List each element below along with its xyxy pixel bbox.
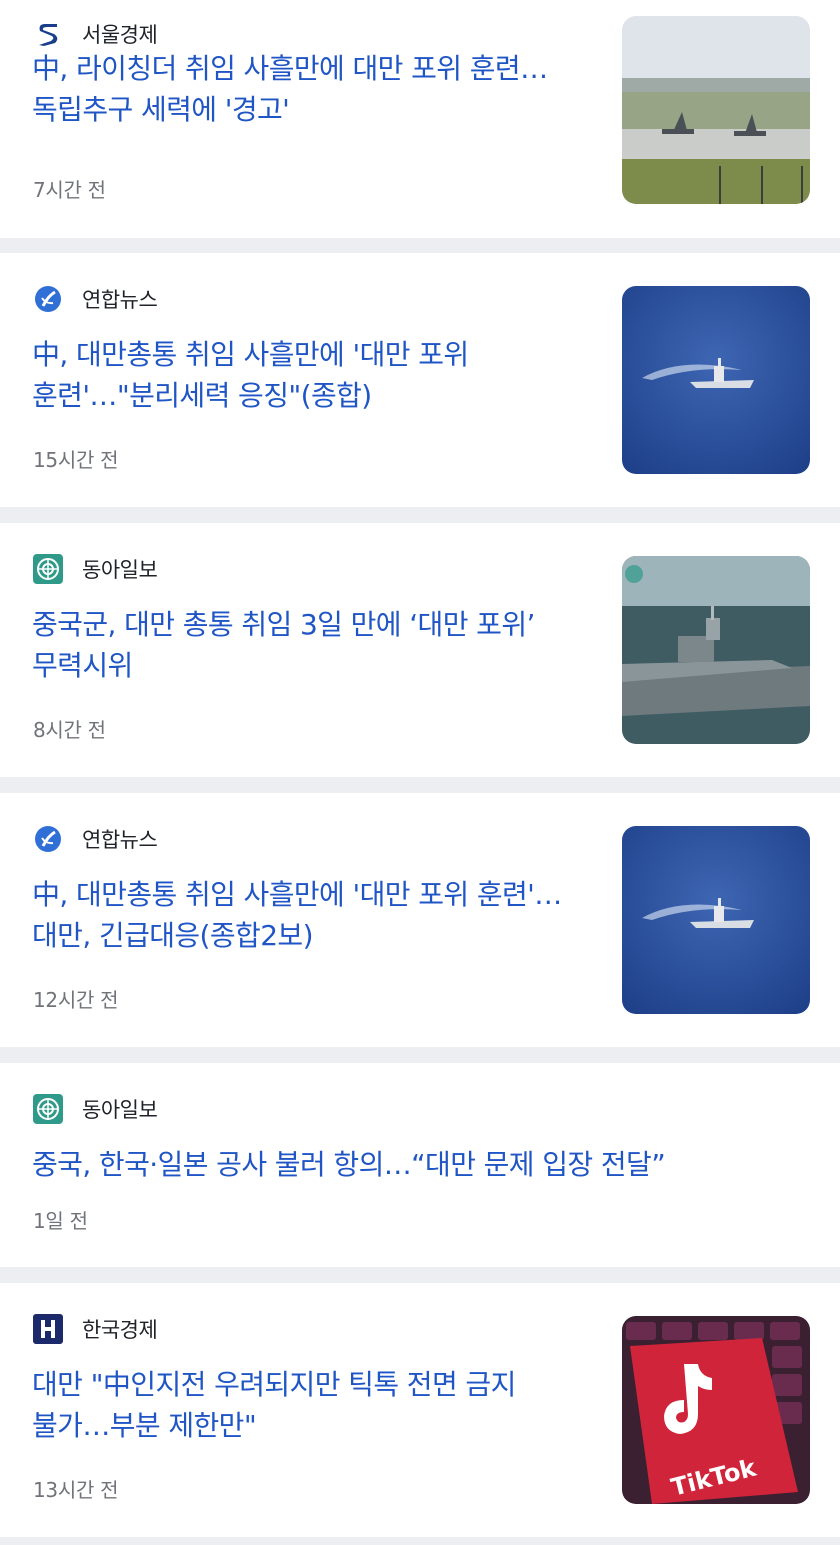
news-card[interactable]: 동아일보 중국군, 대만 총통 취임 3일 만에 ‘대만 포위’ 무력시위 8시… [0,523,840,777]
source-name: 서울경제 [82,23,158,47]
article-time: 15시간 전 [33,448,119,472]
article-time: 8시간 전 [33,718,106,742]
news-source: 한국경제 [33,1314,158,1344]
news-card[interactable]: 서울경제 中, 라이칭더 취임 사흘만에 대만 포위 훈련…독립추구 세력에 '… [0,0,840,238]
news-card[interactable]: 연합뉴스 中, 대만총통 취임 사흘만에 '대만 포위 훈련'…대만, 긴급대응… [0,793,840,1047]
article-headline[interactable]: 대만 "中인지전 우려되지만 틱톡 전면 금지 불가…부분 제한만" [32,1364,580,1446]
article-headline[interactable]: 중국군, 대만 총통 취임 3일 만에 ‘대만 포위’ 무력시위 [32,604,580,686]
source-name: 연합뉴스 [82,288,158,312]
news-source: 서울경제 [33,19,158,49]
article-time: 7시간 전 [33,178,106,202]
article-thumbnail[interactable] [622,826,810,1014]
news-source: 연합뉴스 [33,824,158,854]
source-name: 연합뉴스 [82,828,158,852]
article-thumbnail[interactable]: TikTok [622,1316,810,1504]
news-source: 동아일보 [33,554,158,584]
article-time: 12시간 전 [33,988,119,1012]
article-thumbnail[interactable] [622,556,810,744]
news-source: 동아일보 [33,1094,158,1124]
news-source: 연합뉴스 [33,284,158,314]
news-card[interactable]: 한국경제 대만 "中인지전 우려되지만 틱톡 전면 금지 불가…부분 제한만" … [0,1283,840,1537]
article-thumbnail[interactable] [622,16,810,204]
article-headline[interactable]: 中, 대만총통 취임 사흘만에 '대만 포위 훈련'…대만, 긴급대응(종합2보… [32,874,580,956]
article-time: 1일 전 [33,1209,88,1233]
donga-logo-icon [33,1094,63,1124]
news-card[interactable]: 연합뉴스 中, 대만총통 취임 사흘만에 '대만 포위 훈련'…"분리세력 응징… [0,253,840,507]
article-headline[interactable]: 中, 대만총통 취임 사흘만에 '대만 포위 훈련'…"분리세력 응징"(종합) [32,334,580,416]
article-headline[interactable]: 中, 라이칭더 취임 사흘만에 대만 포위 훈련…독립추구 세력에 '경고' [32,48,580,130]
yonhap-logo-icon [33,284,63,314]
source-name: 동아일보 [82,558,158,582]
seoul-economy-logo-icon [33,19,63,49]
yonhap-logo-icon [33,824,63,854]
news-card[interactable]: 동아일보 중국, 한국·일본 공사 불러 항의…“대만 문제 입장 전달” 1일… [0,1063,840,1267]
source-name: 한국경제 [82,1318,158,1342]
article-time: 13시간 전 [33,1478,119,1502]
article-headline[interactable]: 중국, 한국·일본 공사 불러 항의…“대만 문제 입장 전달” [32,1144,792,1185]
article-thumbnail[interactable] [622,286,810,474]
donga-logo-icon [33,554,63,584]
source-name: 동아일보 [82,1098,158,1122]
hankyung-logo-icon [33,1314,63,1344]
